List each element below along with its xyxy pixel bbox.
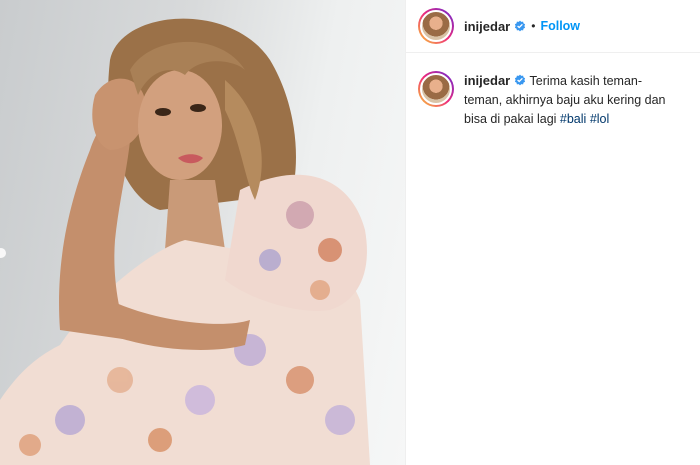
caption-text-block: inijedar Terima kasih teman-teman, akhir… [464,71,674,129]
separator-dot: • [531,19,536,33]
caption-avatar[interactable] [418,71,454,107]
hashtag-link[interactable]: #bali [560,112,586,126]
follow-button[interactable]: Follow [540,19,580,33]
post-caption: inijedar Terima kasih teman-teman, akhir… [406,53,700,129]
photo-illustration [0,18,370,465]
verified-badge-icon [515,20,526,32]
instagram-post: inijedar • Follow inijedar Terima kasih … [0,0,700,465]
hashtag-link[interactable]: #lol [590,112,609,126]
header-username[interactable]: inijedar [464,19,510,34]
verified-badge-icon [515,74,526,86]
caption-username[interactable]: inijedar [464,73,510,88]
post-header: inijedar • Follow [406,0,700,53]
post-sidebar: inijedar • Follow inijedar Terima kasih … [405,0,700,465]
avatar[interactable] [418,8,454,44]
post-photo[interactable] [0,0,405,465]
